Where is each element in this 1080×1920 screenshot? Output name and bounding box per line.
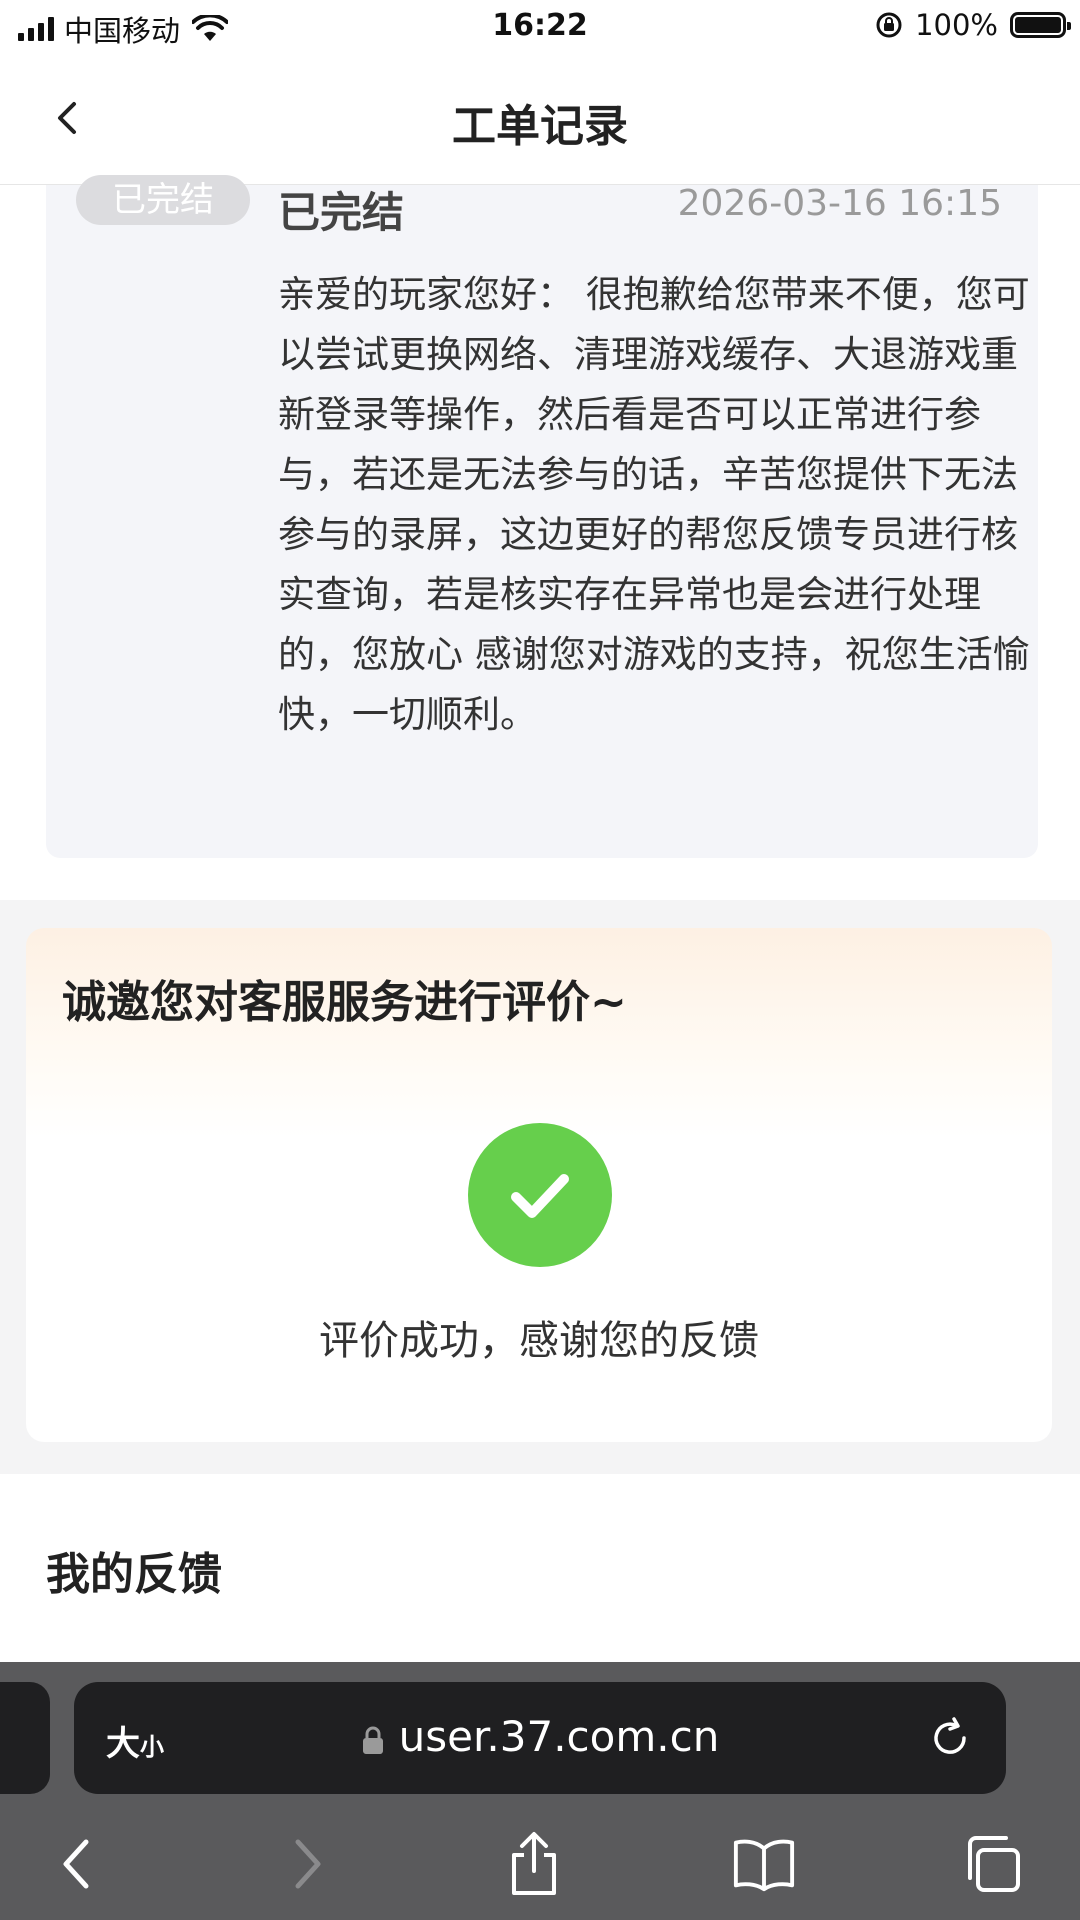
- orientation-lock-icon: [876, 12, 902, 38]
- battery-icon: [1010, 12, 1071, 38]
- feedback-section: 我的反馈: [0, 1474, 1080, 1662]
- status-right: 100%: [875, 8, 1071, 42]
- battery-percent: 100%: [915, 8, 998, 42]
- rating-card: 诚邀您对客服服务进行评价~ 评价成功，感谢您的反馈: [26, 928, 1052, 1442]
- browser-toolbar: 大小 user.37.com.cn: [0, 1662, 1080, 1920]
- address-bar[interactable]: 大小 user.37.com.cn: [74, 1682, 1006, 1794]
- share-button[interactable]: [502, 1832, 566, 1896]
- status-badge: 已完结: [76, 175, 250, 225]
- forward-button[interactable]: [276, 1832, 340, 1896]
- share-icon: [512, 1832, 556, 1895]
- previous-tab-peek[interactable]: [0, 1682, 50, 1794]
- rating-success-text: 评价成功，感谢您的反馈: [319, 1318, 759, 1364]
- rating-title: 诚邀您对客服服务进行评价~: [62, 977, 627, 1028]
- check-circle-icon: [468, 1123, 612, 1267]
- lock-icon: [362, 1726, 383, 1754]
- book-icon: [733, 1839, 795, 1892]
- browser-nav-toolbar: [0, 1822, 1080, 1912]
- nav-bar: 工单记录: [0, 54, 1080, 185]
- tabs-icon: [968, 1836, 1020, 1892]
- status-bar: 中国移动 16:22 100%: [0, 0, 1080, 54]
- reply-status: 已完结: [278, 188, 405, 237]
- back-button[interactable]: [44, 1832, 108, 1896]
- reply-section: 已完结 已完结 2026-03-16 16:15 亲爱的玩家您好： 很抱歉给您带…: [0, 175, 1080, 900]
- forward-arrow-icon: [295, 1839, 321, 1889]
- tabs-button[interactable]: [960, 1832, 1024, 1896]
- page-title: 工单记录: [452, 101, 628, 152]
- feedback-title: 我的反馈: [46, 1549, 222, 1600]
- url-text: user.37.com.cn: [398, 1712, 720, 1761]
- reload-icon[interactable]: [928, 1716, 972, 1760]
- reply-card: 已完结 已完结 2026-03-16 16:15 亲爱的玩家您好： 很抱歉给您带…: [46, 175, 1038, 858]
- url-display[interactable]: user.37.com.cn: [74, 1712, 1006, 1761]
- bookmarks-button[interactable]: [732, 1832, 796, 1896]
- check-icon: [511, 1174, 569, 1218]
- back-arrow-icon: [63, 1839, 89, 1889]
- reply-message: 亲爱的玩家您好： 很抱歉给您带来不便，您可以尝试更换网络、清理游戏缓存、大退游戏…: [278, 273, 1030, 736]
- reply-timestamp: 2026-03-16 16:15: [677, 183, 1002, 224]
